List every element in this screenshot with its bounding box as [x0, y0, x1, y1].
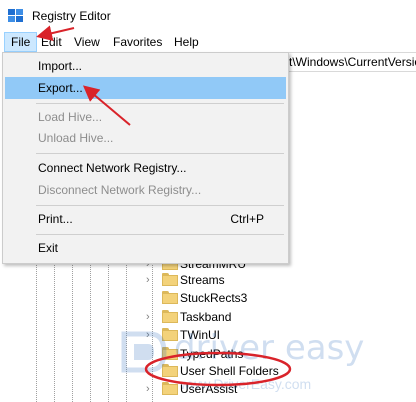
- menu-separator: [36, 205, 284, 206]
- address-bar[interactable]: t\Windows\CurrentVersio: [280, 52, 416, 72]
- menu-item-exit[interactable]: Exit: [5, 237, 286, 259]
- menu-item-label: Load Hive...: [38, 110, 103, 124]
- menu-separator: [36, 103, 284, 104]
- chevron-right-icon[interactable]: ›: [146, 274, 156, 286]
- menu-item-export[interactable]: Export...: [5, 77, 286, 99]
- menu-item-disconnect-network-registry: Disconnect Network Registry...: [5, 179, 286, 201]
- menu-file[interactable]: File: [4, 32, 38, 52]
- menu-item-label: Connect Network Registry...: [38, 161, 187, 175]
- watermark-url: www.DriverEasy.com: [180, 376, 312, 392]
- menu-bar: File Edit View Favorites Help: [0, 32, 416, 52]
- menu-item-label: Export...: [38, 81, 83, 95]
- menu-item-label: Import...: [38, 59, 83, 73]
- menu-view[interactable]: View: [68, 32, 106, 52]
- folder-icon: [162, 310, 178, 323]
- menu-item-connect-network-registry[interactable]: Connect Network Registry...: [5, 157, 286, 179]
- menu-item-load-hive: Load Hive...: [5, 106, 286, 128]
- tree-node-label: Streams: [180, 273, 225, 287]
- watermark: driver easy www.DriverEasy.com: [120, 326, 416, 402]
- menu-item-print[interactable]: Print... Ctrl+P: [5, 208, 286, 230]
- address-path: t\Windows\CurrentVersio: [289, 55, 416, 69]
- chevron-right-icon[interactable]: ›: [146, 311, 156, 323]
- menu-item-label: Disconnect Network Registry...: [38, 183, 202, 197]
- menu-favorites[interactable]: Favorites: [107, 32, 168, 52]
- menu-item-shortcut: Ctrl+P: [230, 212, 264, 226]
- menu-help[interactable]: Help: [168, 32, 205, 52]
- menu-item-unload-hive: Unload Hive...: [5, 127, 286, 149]
- folder-icon: [162, 273, 178, 286]
- registry-editor-icon: [8, 9, 23, 22]
- menu-item-label: Unload Hive...: [38, 131, 114, 145]
- title-bar: Registry Editor: [0, 0, 416, 32]
- driver-easy-logo-icon: [121, 331, 167, 373]
- window-title: Registry Editor: [32, 9, 111, 23]
- tree-node-label: StuckRects3: [180, 291, 248, 305]
- menu-item-label: Exit: [38, 241, 59, 255]
- file-menu-dropdown: Import... Export... Load Hive... Unload …: [2, 52, 289, 264]
- menu-item-import[interactable]: Import...: [5, 55, 286, 77]
- menu-separator: [36, 153, 284, 154]
- watermark-text: driver easy: [174, 328, 365, 368]
- folder-icon: [162, 291, 178, 304]
- menu-edit[interactable]: Edit: [35, 32, 68, 52]
- menu-item-label: Print...: [38, 212, 73, 226]
- tree-node-label: Taskband: [180, 310, 232, 324]
- menu-separator: [36, 234, 284, 235]
